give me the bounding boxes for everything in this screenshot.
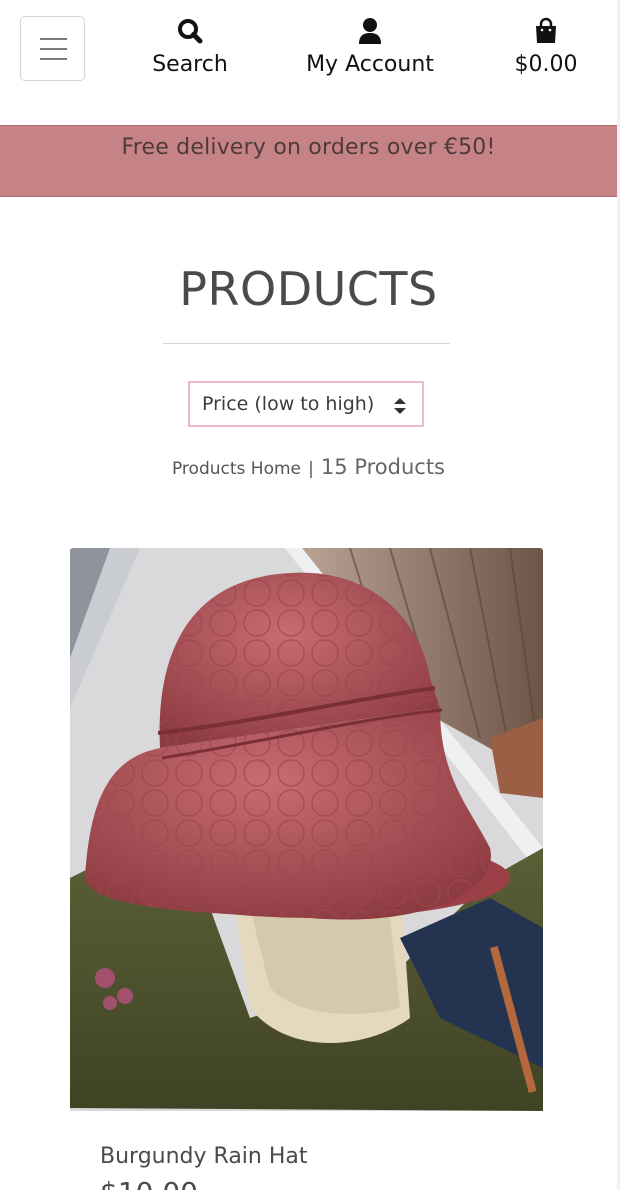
search-icon bbox=[178, 19, 203, 44]
product-image[interactable] bbox=[70, 548, 543, 1111]
cart-link[interactable]: $0.00 bbox=[505, 16, 587, 78]
breadcrumb: Products Home | 15 Products bbox=[0, 455, 617, 479]
cart-total: $0.00 bbox=[514, 52, 578, 77]
search-label: Search bbox=[152, 52, 228, 77]
search-link[interactable]: Search bbox=[145, 16, 235, 78]
breadcrumb-separator: | bbox=[308, 459, 314, 479]
products-home-link[interactable]: Products Home bbox=[172, 459, 301, 479]
sort-arrows-icon bbox=[394, 398, 406, 414]
promo-banner: Free delivery on orders over €50! bbox=[0, 125, 617, 197]
product-name[interactable]: Burgundy Rain Hat bbox=[100, 1144, 308, 1169]
title-divider bbox=[163, 343, 450, 344]
promo-text: Free delivery on orders over €50! bbox=[121, 135, 496, 160]
user-icon bbox=[359, 18, 381, 44]
sort-selected-value: Price (low to high) bbox=[202, 393, 375, 415]
burgundy-rain-hat-photo bbox=[70, 548, 543, 1111]
menu-toggle-button[interactable] bbox=[20, 16, 85, 81]
product-count: 15 Products bbox=[320, 455, 445, 479]
sort-select[interactable]: Price (low to high) bbox=[188, 381, 424, 427]
my-account-link[interactable]: My Account bbox=[300, 16, 440, 78]
page: Search My Account $0.00 Free delivery on… bbox=[0, 0, 620, 1190]
product-price: $10.00 bbox=[100, 1176, 198, 1190]
site-header: Search My Account $0.00 bbox=[0, 0, 617, 125]
shopping-bag-icon bbox=[536, 17, 556, 43]
page-title: PRODUCTS bbox=[179, 262, 438, 316]
my-account-label: My Account bbox=[306, 52, 434, 77]
